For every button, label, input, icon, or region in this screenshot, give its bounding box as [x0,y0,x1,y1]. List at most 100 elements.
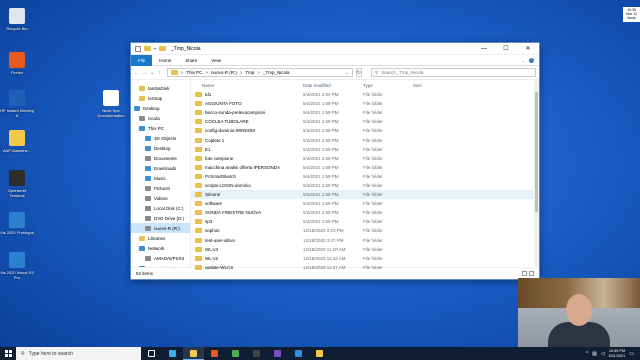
nav-item[interactable]: AMADAVPSS3 [131,253,190,263]
file-row[interactable]: COCLEA TUBOLARE 5/4/2021 1:59 PM File fold… [191,117,539,126]
search-input[interactable]: ⚲ Search _Tmp_Nicola [370,68,536,77]
file-row[interactable]: test-user-allrun 12/18/2020 3:47 PM File f… [191,236,539,245]
file-row[interactable]: software 5/4/2021 1:59 PM File folder [191,199,539,208]
up-arrow-icon[interactable]: ↑ [157,70,161,76]
person-head [566,294,592,326]
file-row[interactable]: E1 5/4/2021 1:59 PM File folder [191,145,539,154]
nav-item-label: Downloads [154,165,177,171]
desktop-icon[interactable]: Vis 2020 Prototype [0,212,34,235]
notifications-icon[interactable]: ▭ [629,351,634,357]
new-folder-icon[interactable] [144,46,151,51]
taskbar-search-box[interactable]: ⚲ Type here to search [16,347,141,360]
column-type[interactable]: Type [363,83,413,88]
expand-ribbon-icon[interactable]: ⌄ [522,58,525,63]
nav-item[interactable]: Pictures [131,183,190,193]
nav-item[interactable]: Control Panel [131,263,190,267]
taskbar-clock[interactable]: 10:35 PM 5/11/2021 [609,349,626,359]
file-row[interactable]: WL-v3 12/18/2020 11:20 AM File folder [191,245,539,254]
file-row[interactable]: config-dominio-WINDOM 5/4/2021 1:59 PM Fil… [191,126,539,135]
file-row[interactable]: WL-v2 12/18/2020 11:32 AM File folder [191,254,539,263]
help-icon[interactable]: ? [529,57,534,63]
column-size[interactable]: Size [413,83,453,88]
folder-icon [195,201,202,207]
taskbar-app-button[interactable] [225,347,246,360]
file-row[interactable]: AGGIUNTA FOTO 5/4/2021 1:59 PM File folder [191,99,539,108]
tab-file[interactable]: File [131,54,153,66]
desktop-icon[interactable]: Nicht Spe Documentation [94,90,128,118]
desktop-icon[interactable]: HP Instant Meeting II [0,90,34,118]
file-row[interactable]: PcSmartSketch 5/4/2021 1:59 PM File folder [191,172,539,181]
taskbar-app-button[interactable] [309,347,330,360]
refresh-icon[interactable]: ↻ [355,68,362,77]
nav-item[interactable]: Local Disk (C:) [131,203,190,213]
volume-icon[interactable]: ◁ [601,351,605,357]
nav-item[interactable]: Downloads [131,163,190,173]
network-icon[interactable]: ▤ [592,351,597,357]
breadcrumb-current[interactable]: _Tmp_Nicola [263,70,290,75]
file-row[interactable]: Simone 5/4/2021 1:59 PM File folder [191,190,539,200]
taskbar-app-button[interactable] [162,347,183,360]
vertical-scrollbar[interactable] [534,80,539,267]
tab-share[interactable]: Share [178,55,204,66]
address-bar[interactable]: > This PC > nuovo-R (R:) > Tmp > _Tmp_Ni… [166,68,353,77]
column-date[interactable]: Date modified [303,83,363,88]
recent-locations-icon[interactable]: ⌄ [150,70,154,76]
close-button[interactable]: ✕ [517,43,539,55]
nav-item[interactable]: Libraries [131,233,190,243]
file-type: File folder [363,201,383,207]
taskbar-app-button[interactable] [288,347,309,360]
address-dropdown-icon[interactable]: ⌄ [345,70,349,76]
file-row[interactable]: Copleto 1 5/4/2021 1:59 PM File folder [191,135,539,144]
nav-item[interactable]: nicola [131,113,190,123]
nav-item[interactable]: This PC [131,123,190,133]
nav-item[interactable]: Documents [131,153,190,163]
breadcrumb-drive[interactable]: nuovo-R (R:) [211,70,237,75]
desktop-icon[interactable]: Openwebf Terminal [0,170,34,198]
tray-chevron-icon[interactable]: ^ [586,351,588,357]
tab-view[interactable]: View [204,55,228,66]
title-bar[interactable]: ▾ _Tmp_Nicola — ☐ ✕ [131,43,539,55]
desktop-icon[interactable]: Recycle Bin [0,8,34,31]
nav-item[interactable]: Desktop [131,143,190,153]
nav-item[interactable]: Music [131,173,190,183]
desktop-icon[interactable]: ANP-Baseline... [0,130,34,153]
nav-item[interactable]: 3D Objects [131,133,190,143]
taskbar-app-button[interactable] [246,347,267,360]
file-row[interactable]: sp3 5/4/2021 1:59 PM File folder [191,217,539,226]
file-row[interactable]: scripts-LOGIN-dominio 5/4/2021 1:59 PM Fil… [191,181,539,190]
taskbar-app-button[interactable] [183,347,204,360]
nav-item[interactable]: nuovo-R (R:) [131,223,190,233]
file-row[interactable]: becco-sonda-prelevacampioni 5/4/2021 1:59… [191,108,539,117]
breadcrumb-this-pc[interactable]: This PC [186,70,202,75]
maximize-button[interactable]: ☐ [495,43,517,55]
scrollbar-thumb[interactable] [535,92,538,212]
nav-item[interactable]: toSnap [131,93,190,103]
start-button[interactable] [0,347,16,360]
desktop-app-icon [9,130,25,146]
file-row[interactable]: macchina analisi offerta IPERSONDA 5/4/20… [191,163,539,172]
taskbar-app-button[interactable] [204,347,225,360]
file-row[interactable]: update-WLCS 12/18/2020 11:27 AM File folde… [191,263,539,272]
desktop-icon[interactable]: Vis 2020 Visual SS Pro [0,252,34,280]
taskbar-app-button[interactable] [141,347,162,360]
forward-arrow-icon[interactable]: → [142,70,147,76]
file-row[interactable]: foto campione 5/4/2021 1:59 PM File folder [191,154,539,163]
nav-item[interactable]: DVD Drive (D:) [131,213,190,223]
minimize-button[interactable]: — [473,43,495,55]
breadcrumb-tmp[interactable]: Tmp [245,70,254,75]
file-row[interactable]: td1 5/4/2021 2:04 PM File folder [191,90,539,99]
nav-item[interactable]: Desktop [131,103,190,113]
nav-item[interactable]: tambaDisk [131,83,190,93]
nav-item[interactable]: Network [131,243,190,253]
taskbar-app-button[interactable] [267,347,288,360]
desktop-icon[interactable]: Firefox [0,52,34,75]
nav-item[interactable]: Videos [131,193,190,203]
customize-toolbar-icon[interactable]: ▾ [154,46,156,51]
properties-icon[interactable] [135,45,141,52]
file-type: File folder [363,101,383,107]
file-row[interactable]: sophos 12/18/2020 2:23 PM File folder [191,226,539,235]
file-row[interactable]: SONDA FINESTRE NUOVA 5/4/2021 1:59 PM File… [191,208,539,217]
back-arrow-icon[interactable]: ← [134,70,139,76]
column-name[interactable]: Name [195,83,303,88]
tab-home[interactable]: Home [152,55,178,66]
